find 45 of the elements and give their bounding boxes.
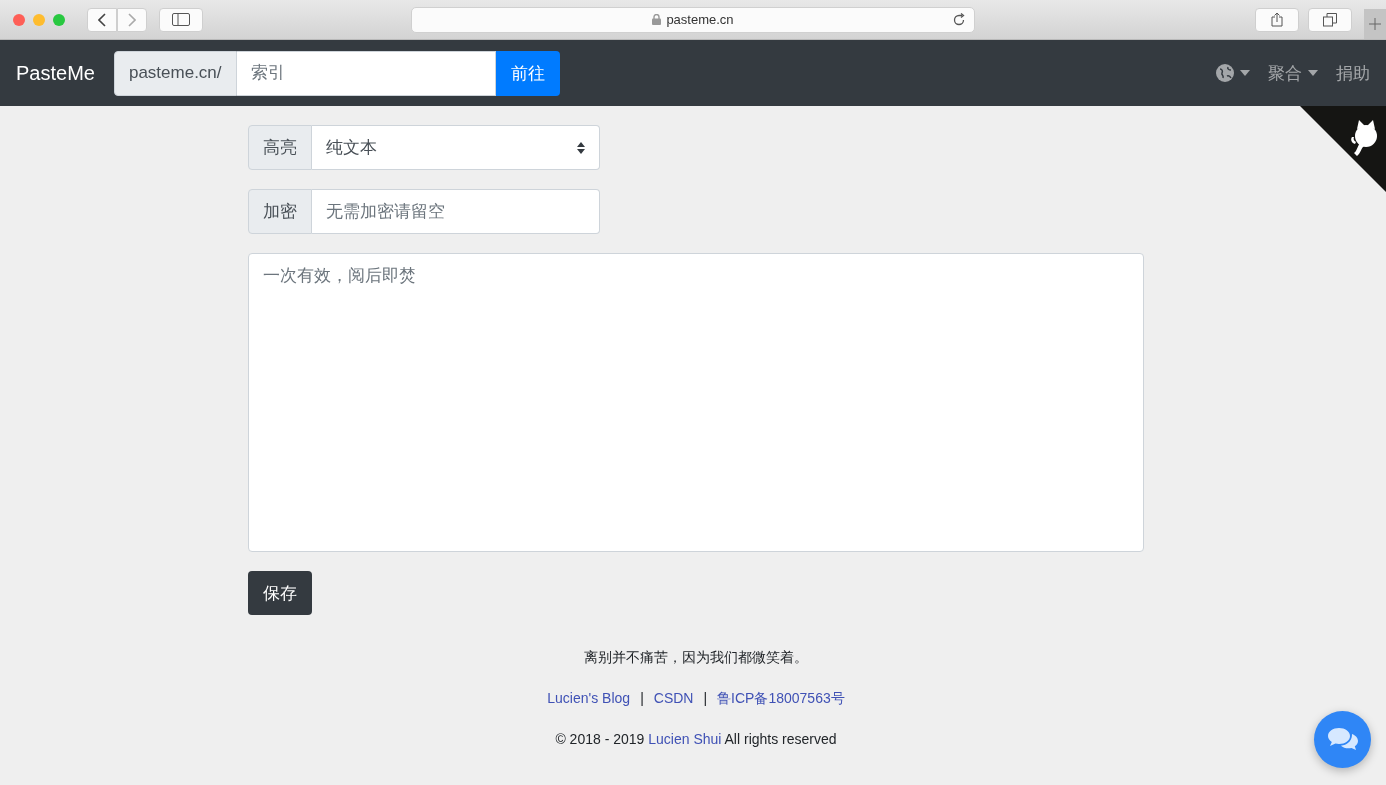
password-input[interactable]: 无需加密请留空 (312, 189, 600, 234)
password-label: 加密 (248, 189, 312, 234)
tabs-button[interactable] (1308, 7, 1352, 32)
chevron-left-icon (98, 12, 106, 27)
maximize-window-button[interactable] (53, 13, 65, 26)
save-button[interactable]: 保存 (248, 571, 312, 615)
footer-link[interactable]: Lucien's Blog (547, 684, 631, 712)
tabs-icon (1323, 12, 1337, 27)
address-text: pasteme.cn (666, 12, 734, 27)
footer-link[interactable]: CSDN (653, 684, 694, 712)
footer-motto: 离别并不痛苦，因为我们都微笑着。 (584, 648, 808, 667)
nav-menu-link[interactable]: 聚合 (1268, 61, 1318, 85)
highlight-label: 高亮 (248, 125, 312, 170)
chevron-right-icon (128, 12, 136, 27)
footer-link[interactable]: 鲁ICP备18007563号 (717, 684, 845, 712)
highlight-select[interactable]: 纯文本 (312, 125, 600, 170)
share-button[interactable] (1255, 7, 1299, 32)
forward-button[interactable] (117, 7, 147, 32)
link-separator: | (703, 689, 708, 708)
sidebar-icon (172, 13, 190, 26)
close-window-button[interactable] (13, 13, 25, 26)
github-corner-icon[interactable] (1300, 106, 1386, 192)
language-dropdown[interactable] (1216, 64, 1250, 82)
go-button[interactable]: 前往 (495, 50, 560, 96)
link-separator: | (640, 689, 644, 708)
address-bar[interactable]: pasteme.cn (411, 6, 975, 33)
plus-icon (1369, 18, 1381, 30)
lock-icon (652, 14, 662, 25)
copyright-text: © 2018 - 2019 Lucien Shui All rights reserved (555, 730, 837, 749)
nav-menu-link[interactable]: 捐助 (1336, 61, 1370, 85)
new-tab-button[interactable] (1364, 9, 1386, 39)
caret-icon (1240, 70, 1250, 76)
caret-icon (1308, 70, 1318, 76)
globe-icon (1216, 64, 1234, 82)
author-link[interactable]: Lucien Shui (648, 731, 722, 747)
chat-button[interactable] (1314, 711, 1371, 768)
url-prefix: pasteme.cn/ (113, 50, 237, 96)
back-button[interactable] (87, 7, 117, 32)
sort-caret-icon (577, 141, 585, 154)
sidebar-button[interactable] (159, 7, 203, 32)
reload-icon[interactable] (952, 12, 966, 27)
share-icon (1271, 12, 1283, 27)
content-textarea[interactable]: 一次有效，阅后即焚 (248, 253, 1144, 552)
index-input[interactable]: 索引 (236, 50, 496, 96)
brand-logo[interactable]: PasteMe (16, 61, 95, 85)
